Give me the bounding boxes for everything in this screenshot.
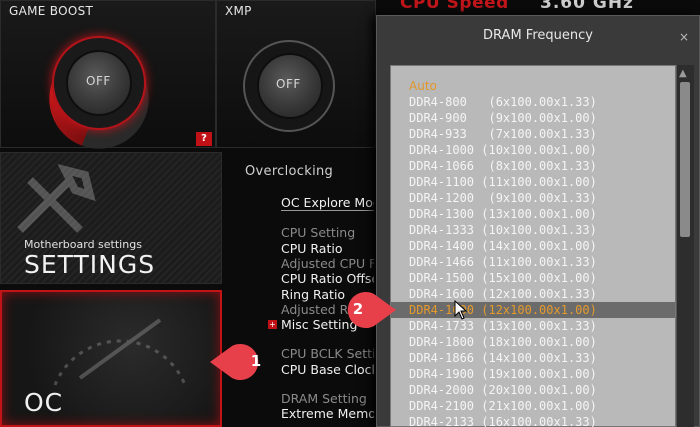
scroll-up-icon[interactable]: ▲ — [679, 68, 687, 79]
dram-option[interactable]: DDR4-1333 (10x100.00x1.33) — [391, 222, 675, 238]
oc-title: OC — [24, 388, 64, 417]
oc-explore-mode[interactable]: OC Explore Mode — [281, 195, 374, 211]
dram-option[interactable]: DDR4-1800 (18x100.00x1.00) — [391, 334, 675, 350]
dram-option[interactable]: DDR4-900 (9x100.00x1.00) — [391, 110, 675, 126]
dram-option[interactable]: DDR4-1600 (12x100.00x1.33) — [391, 286, 675, 302]
dram-option-auto[interactable]: Auto — [391, 78, 675, 94]
xmp-state: OFF — [276, 77, 301, 91]
dram-option[interactable]: DDR4-1866 (14x100.00x1.33) — [391, 350, 675, 366]
dialog-title: DRAM Frequency — [483, 28, 593, 43]
callout-number-2: 2 — [352, 300, 364, 318]
dram-option[interactable]: DDR4-933 (7x100.00x1.33) — [391, 126, 675, 142]
cpu-ratio[interactable]: CPU Ratio — [281, 241, 374, 256]
dram-option[interactable]: DDR4-1066 (8x100.00x1.33) — [391, 158, 675, 174]
cpu-speed-label: CPU Speed — [400, 0, 509, 13]
dram-option[interactable]: DDR4-1300 (13x100.00x1.00) — [391, 206, 675, 222]
mouse-cursor-icon — [454, 300, 468, 320]
dram-option[interactable]: DDR4-1400 (14x100.00x1.00) — [391, 238, 675, 254]
dram-option-selected[interactable]: DDR4-1600 (12x100.00x1.00) — [391, 302, 675, 318]
adjusted-cpu-frequency: Adjusted CPU Frequency — [281, 256, 374, 271]
overclocking-heading: Overclocking — [245, 164, 334, 179]
dram-option[interactable]: DDR4-2000 (20x100.00x1.00) — [391, 382, 675, 398]
game-boost-title: GAME BOOST — [9, 4, 94, 18]
close-icon[interactable]: × — [679, 30, 689, 44]
cpu-ratio-offset[interactable]: CPU Ratio Offset — [281, 271, 374, 286]
cpu-base-clock[interactable]: CPU Base Clock — [281, 362, 374, 377]
annotation-callout-2 — [334, 290, 398, 330]
cpu-setting-header: CPU Setting — [281, 225, 356, 240]
help-icon[interactable]: ? — [196, 132, 212, 146]
dram-setting-header: DRAM Setting — [281, 391, 367, 406]
annotation-callout-1 — [210, 342, 274, 382]
dram-option[interactable]: DDR4-1000 (10x100.00x1.00) — [391, 142, 675, 158]
cpu-speed-value: 3.60 GHz — [540, 0, 634, 13]
gauge-icon — [53, 318, 187, 386]
scrollbar-thumb[interactable] — [680, 82, 690, 237]
wrench-icon — [17, 164, 96, 233]
xmp-title: XMP — [225, 4, 252, 18]
dram-option[interactable]: DDR4-800 (6x100.00x1.33) — [391, 94, 675, 110]
dram-option[interactable]: DDR4-1100 (11x100.00x1.00) — [391, 174, 675, 190]
extreme-memory-profile[interactable]: Extreme Memory Profile — [281, 406, 374, 421]
callout-number-1: 1 — [250, 352, 262, 370]
dram-option[interactable]: DDR4-1200 (9x100.00x1.33) — [391, 190, 675, 206]
settings-title: SETTINGS — [24, 250, 156, 279]
dram-option[interactable]: DDR4-1500 (15x100.00x1.00) — [391, 270, 675, 286]
dram-option[interactable]: DDR4-2133 (16x100.00x1.33) — [391, 414, 675, 427]
dram-option[interactable]: DDR4-2100 (21x100.00x1.00) — [391, 398, 675, 414]
cpu-bclk-setting-header: CPU BCLK Setting — [281, 346, 374, 361]
dram-option[interactable]: DDR4-1900 (19x100.00x1.00) — [391, 366, 675, 382]
expand-icon[interactable]: + — [268, 320, 277, 329]
game-boost-state: OFF — [86, 74, 111, 88]
dram-option[interactable]: DDR4-1466 (11x100.00x1.33) — [391, 254, 675, 270]
dram-option[interactable]: DDR4-1733 (13x100.00x1.33) — [391, 318, 675, 334]
